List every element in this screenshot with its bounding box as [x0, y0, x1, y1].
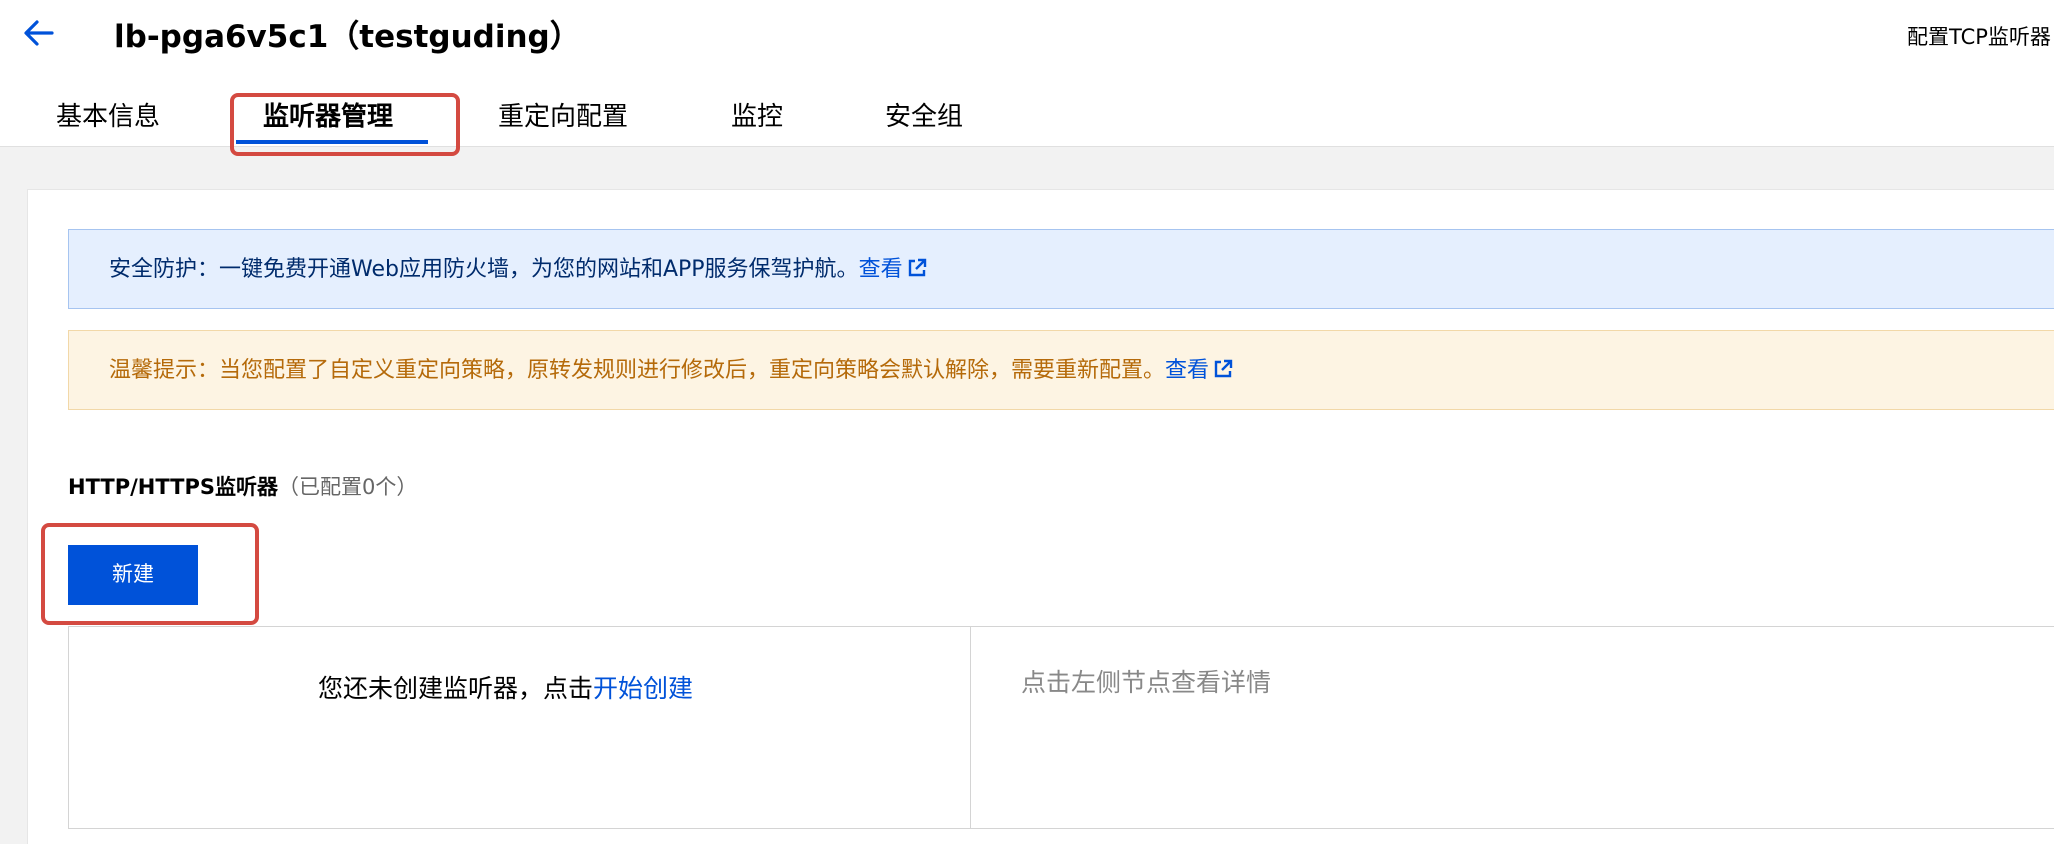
external-link-icon [908, 258, 926, 277]
tab-redirect-config[interactable]: 重定向配置 [498, 97, 628, 137]
active-tab-underline [236, 140, 428, 144]
tab-security-group[interactable]: 安全组 [885, 97, 963, 137]
arrow-left-icon [24, 20, 54, 46]
warning-notice-text: 温馨提示：当您配置了自定义重定向策略，原转发规则进行修改后，重定向策略会默认解除… [109, 358, 1166, 383]
tab-basic-info[interactable]: 基本信息 [56, 97, 160, 137]
listener-count: （已配置0个） [278, 475, 418, 499]
warning-notice-view-link[interactable]: 查看 [1165, 358, 1234, 383]
listener-section-title: HTTP/HTTPS监听器（已配置0个） [68, 474, 417, 500]
page-title: lb-pga6v5c1（testguding） [114, 19, 581, 55]
external-link-icon [1214, 359, 1233, 378]
empty-state-message: 您还未创建监听器，点击开始创建 [318, 674, 694, 703]
warning-notice: 温馨提示：当您配置了自定义重定向策略，原转发规则进行修改后，重定向策略会默认解除… [68, 330, 2054, 410]
listener-tree-pane: 您还未创建监听器，点击开始创建 [68, 626, 971, 829]
listener-section-label: HTTP/HTTPS监听器 [68, 475, 278, 499]
security-notice-view-link[interactable]: 查看 [859, 257, 928, 282]
top-bar: lb-pga6v5c1（testguding） 配置TCP监听器 基本信息 监听… [0, 0, 2054, 147]
configure-tcp-listener-link[interactable]: 配置TCP监听器 [1907, 24, 2051, 50]
tab-listener-management[interactable]: 监听器管理 [263, 97, 393, 137]
back-button[interactable] [22, 16, 56, 50]
detail-hint-text: 点击左侧节点查看详情 [1021, 668, 1272, 697]
new-listener-button[interactable]: 新建 [68, 545, 198, 605]
listener-detail-pane: 点击左侧节点查看详情 [970, 626, 2054, 829]
security-notice-text: 安全防护：一键免费开通Web应用防火墙，为您的网站和APP服务保驾护航。 [109, 257, 859, 282]
tab-monitoring[interactable]: 监控 [731, 97, 783, 137]
start-create-link[interactable]: 开始创建 [593, 674, 693, 703]
security-notice: 安全防护：一键免费开通Web应用防火墙，为您的网站和APP服务保驾护航。查看 [68, 229, 2054, 309]
